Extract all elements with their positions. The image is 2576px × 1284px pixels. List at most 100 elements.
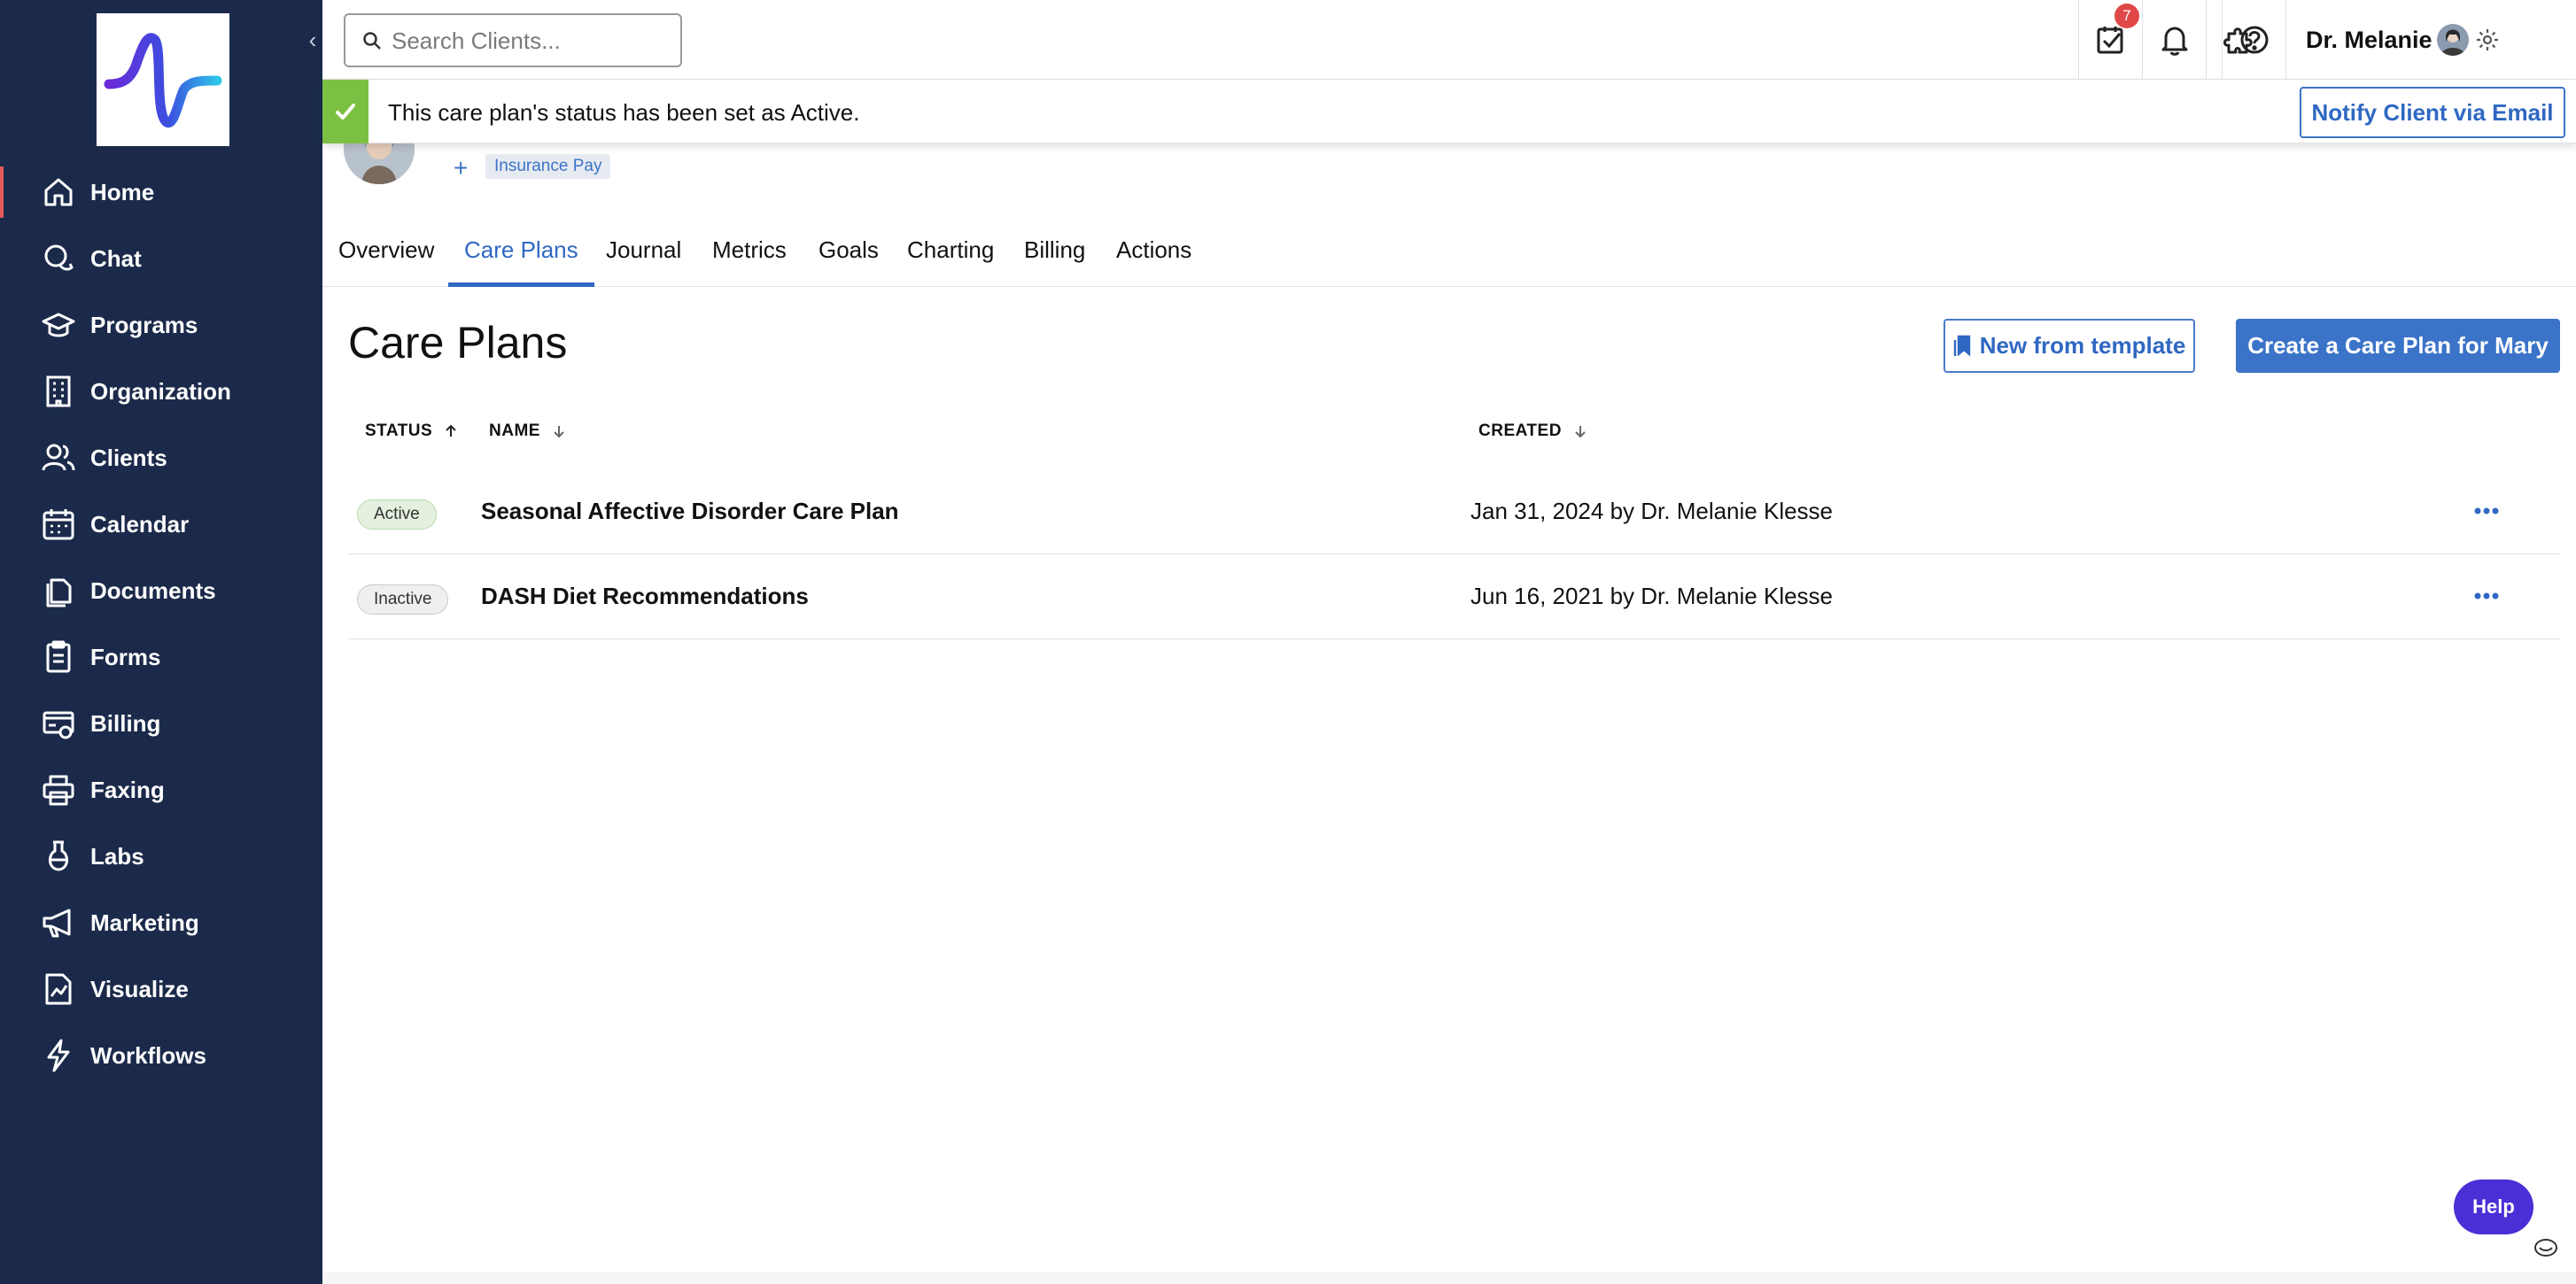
sidebar-item-label: Documents (90, 576, 216, 604)
sidebar-item-label: Faxing (90, 776, 165, 803)
sidebar-item-label: Organization (90, 377, 231, 405)
checkmark-icon (336, 104, 355, 120)
help-button[interactable]: Help (2454, 1180, 2533, 1234)
table-row[interactable]: Active Seasonal Affective Disorder Care … (348, 469, 2560, 554)
question-circle-icon (2240, 26, 2268, 54)
care-plan-name[interactable]: DASH Diet Recommendations (481, 583, 809, 610)
tasks-button[interactable]: 7 (2078, 0, 2142, 80)
bookmark-template-icon (1953, 335, 1970, 357)
tab-billing[interactable]: Billing (1024, 213, 1085, 287)
tab-care-plans[interactable]: Care Plans (448, 213, 594, 287)
clipboard-icon (41, 639, 76, 675)
sidebar-item-label: Billing (90, 709, 161, 737)
sidebar-item-label: Chat (90, 244, 142, 272)
sidebar-item-label: Marketing (90, 909, 199, 936)
tasks-badge: 7 (2114, 4, 2139, 28)
tab-actions[interactable]: Actions (1116, 213, 1191, 287)
created-info: Jun 16, 2021 by Dr. Melanie Klesse (1470, 583, 1834, 609)
sidebar-item-label: Forms (90, 643, 161, 670)
tab-goals[interactable]: Goals (819, 213, 879, 287)
notify-client-button[interactable]: Notify Client via Email (2300, 87, 2565, 138)
lightning-icon (41, 1038, 76, 1073)
table-row[interactable]: Inactive DASH Diet Recommendations Jun 1… (348, 554, 2560, 639)
sidebar-item-label: Visualize (90, 975, 189, 1002)
sidebar-item-clients[interactable]: Clients (0, 430, 322, 485)
sidebar-item-chat[interactable]: Chat (0, 231, 322, 286)
toast-message: This care plan's status has been set as … (388, 99, 860, 126)
printer-icon (41, 772, 76, 808)
chat-icon (41, 241, 76, 276)
more-options-icon[interactable] (2465, 498, 2508, 524)
add-tag-button[interactable]: + (454, 154, 468, 182)
sidebar-item-visualize[interactable]: Visualize (0, 962, 322, 1017)
home-icon (41, 174, 76, 210)
sort-arrow-down-icon (554, 426, 564, 438)
toast-check-area (322, 80, 369, 143)
sidebar-item-forms[interactable]: Forms (0, 630, 322, 685)
building-icon (41, 374, 76, 409)
search-input[interactable] (392, 22, 675, 59)
tab-metrics[interactable]: Metrics (712, 213, 787, 287)
chart-file-icon (41, 971, 76, 1007)
sidebar-item-billing[interactable]: Billing (0, 696, 322, 751)
tab-charting[interactable]: Charting (907, 213, 994, 287)
user-name: Dr. Melanie (2306, 26, 2432, 53)
notifications-button[interactable] (2142, 0, 2206, 80)
sidebar-item-labs[interactable]: Labs (0, 829, 322, 884)
sort-arrow-up-icon (446, 424, 456, 437)
new-from-template-label: New from template (1979, 332, 2186, 359)
column-header-label: CREATED (1478, 422, 1562, 440)
sidebar-item-workflows[interactable]: Workflows (0, 1028, 322, 1083)
sidebar-item-label: Workflows (90, 1041, 206, 1069)
care-plan-name[interactable]: Seasonal Affective Disorder Care Plan (481, 498, 899, 525)
sort-arrow-down-icon (1575, 426, 1586, 438)
sidebar-item-label: Labs (90, 842, 144, 870)
gear-icon[interactable] (2474, 27, 2501, 53)
sidebar-item-label: Calendar (90, 510, 190, 538)
created-info: Jan 31, 2024 by Dr. Melanie Klesse (1470, 498, 1834, 524)
column-header-label: STATUS (365, 422, 433, 440)
user-menu[interactable]: Dr. Melanie (2285, 0, 2576, 80)
sidebar-item-marketing[interactable]: Marketing (0, 895, 322, 950)
search-icon (363, 32, 381, 50)
bell-icon (2161, 27, 2187, 56)
client-tabs: Overview Care Plans Journal Metrics Goal… (322, 213, 2576, 287)
chat-widget-icon[interactable] (2532, 1234, 2560, 1263)
search-box[interactable] (344, 13, 682, 67)
documents-icon (41, 573, 76, 608)
status-badge: Active (357, 499, 437, 530)
calendar-icon (41, 507, 76, 542)
column-header-label: NAME (489, 422, 540, 440)
sidebar-item-home[interactable]: Home (0, 165, 322, 220)
sidebar-item-programs[interactable]: Programs (0, 298, 322, 352)
column-header-name[interactable]: NAME (489, 422, 567, 441)
collapse-sidebar-icon[interactable]: ‹ (303, 27, 322, 53)
logo-wave-icon (104, 33, 222, 128)
tab-overview[interactable]: Overview (338, 213, 434, 287)
avatar[interactable] (2437, 24, 2469, 56)
sidebar-item-documents[interactable]: Documents (0, 563, 322, 618)
help-center-button[interactable] (2222, 0, 2285, 80)
column-header-created[interactable]: CREATED (1478, 422, 1588, 441)
sidebar-item-calendar[interactable]: Calendar (0, 497, 322, 552)
column-header-status[interactable]: STATUS (365, 422, 459, 441)
sidebar: ‹ Home Chat Programs Organization Client… (0, 0, 322, 1284)
create-care-plan-button[interactable]: Create a Care Plan for Mary (2236, 319, 2560, 373)
graduation-cap-icon (41, 307, 76, 343)
sidebar-item-faxing[interactable]: Faxing (0, 762, 322, 817)
new-from-template-button[interactable]: New from template (1944, 319, 2195, 373)
more-options-icon[interactable] (2465, 583, 2508, 609)
users-icon (41, 440, 76, 476)
billing-icon (41, 706, 76, 741)
checkbox-tasks-icon (2097, 27, 2122, 54)
sidebar-item-label: Programs (90, 311, 198, 338)
flask-icon (41, 839, 76, 874)
sidebar-item-label: Clients (90, 444, 167, 471)
client-tag[interactable]: Insurance Pay (485, 154, 611, 179)
app-logo[interactable] (97, 13, 229, 146)
sidebar-item-organization[interactable]: Organization (0, 364, 322, 419)
bottom-edge (322, 1272, 2576, 1284)
top-bar: 7 (322, 0, 2576, 80)
page-title: Care Plans (348, 318, 568, 367)
tab-journal[interactable]: Journal (606, 213, 681, 287)
